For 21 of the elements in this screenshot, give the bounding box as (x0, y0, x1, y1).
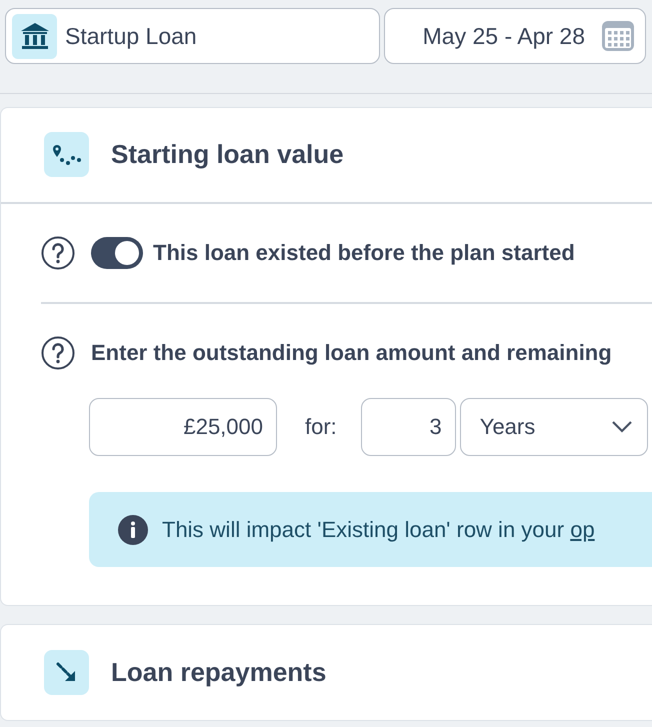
bank-icon (12, 14, 57, 58)
section-title: Loan repayments (111, 657, 326, 688)
toggle-switch[interactable] (91, 237, 143, 269)
arrow-down-right-icon (44, 650, 89, 695)
route-icon (44, 132, 89, 177)
toggle-label: This loan existed before the plan started (153, 240, 575, 266)
section-title: Starting loan value (111, 139, 344, 170)
for-label: for: (305, 414, 337, 440)
amount-field[interactable]: £25,000 (89, 398, 277, 456)
help-icon (41, 236, 75, 270)
info-link[interactable]: op (570, 516, 595, 542)
loan-selector[interactable]: Startup Loan (5, 8, 380, 64)
date-range-picker[interactable]: May 25 - Apr 28 (384, 8, 646, 64)
info-text: This will impact 'Existing loan' row in your op (162, 516, 595, 542)
help-icon (41, 336, 75, 370)
field-prompt: Enter the outstanding loan amount and remaining (91, 340, 612, 366)
term-unit-dropdown[interactable]: Years (460, 398, 648, 456)
info-icon (118, 514, 148, 544)
calendar-icon (601, 20, 635, 52)
chevron-down-icon (610, 420, 633, 434)
term-field[interactable]: 3 (360, 398, 456, 456)
